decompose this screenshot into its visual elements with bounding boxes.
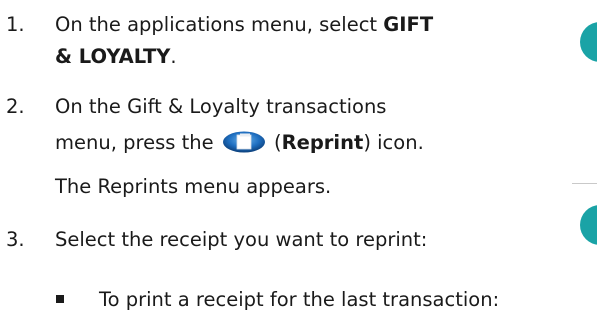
step-1-text: On the applications menu, select (55, 13, 384, 36)
step-1-bold-loyalty: & LOYALTY (55, 45, 171, 68)
step-3-number: 3. (6, 228, 25, 251)
step-2-line-2: menu, press the (Reprint) icon. (55, 128, 424, 158)
step-1-period: . (170, 45, 177, 68)
teal-circle-icon (580, 22, 597, 62)
divider (572, 183, 597, 184)
step-2-bold-reprint: Reprint (281, 131, 364, 154)
step-2-text: menu, press the (55, 131, 214, 154)
step-2-open-paren: ( (267, 131, 282, 154)
step-2-line-1: On the Gift & Loyalty transactions (55, 95, 387, 118)
bullet-marker (56, 295, 64, 303)
step-2-close-text: ) icon. (363, 131, 424, 154)
step-3-line-1: Select the receipt you want to reprint: (55, 228, 428, 251)
step-1-number: 1. (6, 13, 25, 36)
step-1-line-1: On the applications menu, select GIFT (55, 10, 433, 40)
step-1-line-2: & LOYALTY. (55, 42, 177, 72)
bullet-text: To print a receipt for the last transact… (99, 288, 500, 311)
teal-circle-icon (580, 205, 597, 245)
step-1-bold-gift: GIFT (383, 13, 434, 36)
step-2-number: 2. (6, 95, 25, 118)
reprint-icon (222, 131, 265, 153)
step-2-note: The Reprints menu appears. (55, 175, 332, 198)
